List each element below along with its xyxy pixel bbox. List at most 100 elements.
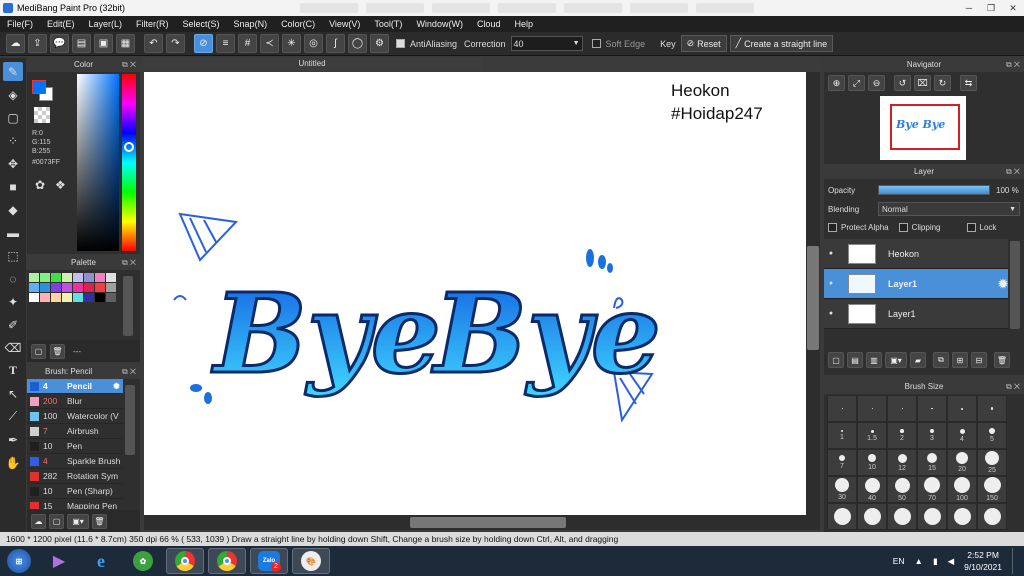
- correction-select[interactable]: 40 ▼: [510, 36, 583, 51]
- palette-swatch[interactable]: [106, 273, 116, 282]
- layer-row-2[interactable]: ● Layer1: [824, 299, 1008, 329]
- palette-swatch[interactable]: [40, 293, 50, 302]
- navigator-preview[interactable]: Bye Bye: [880, 96, 966, 160]
- delete-layer-icon[interactable]: 🗑: [994, 352, 1010, 368]
- shape-tool-icon[interactable]: ■: [3, 177, 23, 196]
- palette-swatch[interactable]: [51, 283, 61, 292]
- palette-swatch[interactable]: [84, 273, 94, 282]
- internet-explorer-taskbar-icon[interactable]: e: [82, 548, 120, 574]
- network-icon[interactable]: ▮: [933, 556, 938, 567]
- maximize-icon[interactable]: ❐: [980, 3, 1002, 14]
- panel-options-icon[interactable]: ⧉ ✕: [1006, 380, 1020, 394]
- brush-size-cell[interactable]: 10: [857, 449, 887, 476]
- palette-swatch[interactable]: [84, 283, 94, 292]
- brush-size-cell[interactable]: [947, 503, 977, 530]
- soft-edge-checkbox[interactable]: [591, 39, 601, 48]
- menu-help[interactable]: Help: [507, 19, 540, 29]
- cashew-app-taskbar-icon[interactable]: ✿: [124, 548, 162, 574]
- straight-line-button[interactable]: ╱ Create a straight line: [729, 35, 834, 52]
- parallel-snap-icon[interactable]: ≡: [216, 34, 235, 53]
- palette-swatch[interactable]: [51, 273, 61, 282]
- brush-size-cell[interactable]: 15: [917, 449, 947, 476]
- brush-size-cell[interactable]: [947, 395, 977, 422]
- brush-tool-icon[interactable]: ✎: [3, 62, 23, 81]
- volume-icon[interactable]: ◀: [948, 556, 955, 567]
- layer-row-0[interactable]: ● Heokon: [824, 239, 1008, 269]
- brush-size-cell[interactable]: [887, 503, 917, 530]
- tray-arrow-icon[interactable]: ▲: [915, 556, 923, 566]
- chrome-taskbar-icon[interactable]: [166, 548, 204, 574]
- add-brush-icon[interactable]: ▢: [49, 513, 64, 529]
- brush-item-5[interactable]: 4 Sparkle Brush: [27, 454, 123, 469]
- lasso-tool-icon[interactable]: ◌: [3, 269, 23, 288]
- brush-item-1[interactable]: 200 Blur: [27, 394, 123, 409]
- brush-list-scrollbar[interactable]: [125, 385, 135, 455]
- document-icon[interactable]: ▤: [72, 34, 91, 53]
- new-layer-icon[interactable]: ▢: [828, 352, 844, 368]
- brush-size-cell[interactable]: [827, 395, 857, 422]
- layer-row-1[interactable]: ● Layer1 ✹: [824, 269, 1008, 299]
- palette-swatch[interactable]: [106, 293, 116, 302]
- actual-size-icon[interactable]: ⌧: [914, 75, 931, 91]
- protect-alpha-checkbox[interactable]: [828, 223, 837, 232]
- drawing-canvas[interactable]: Heokon #Hoidap247 Bye Bye: [144, 72, 806, 515]
- curve-snap-icon[interactable]: ʃ: [326, 34, 345, 53]
- color-slider-icon[interactable]: ❖: [55, 178, 66, 192]
- brush-size-cell[interactable]: 12: [887, 449, 917, 476]
- fit-icon[interactable]: ⤢: [848, 75, 865, 91]
- zalo-taskbar-icon[interactable]: Zalo 2: [250, 548, 288, 574]
- brush-size-cell[interactable]: 150: [977, 476, 1007, 503]
- brush-size-cell[interactable]: [917, 395, 947, 422]
- brush-size-cell[interactable]: [977, 503, 1007, 530]
- new-halftone-layer-icon[interactable]: ▤: [847, 352, 863, 368]
- clock[interactable]: 2:52 PM 9/10/2021: [964, 549, 1002, 573]
- merge-layer-icon[interactable]: ⊞: [952, 352, 968, 368]
- brush-size-cell[interactable]: 4: [947, 422, 977, 449]
- brush-size-cell[interactable]: 1: [827, 422, 857, 449]
- brush-item-2[interactable]: 100 Watercolor (V: [27, 409, 123, 424]
- rotate-right-icon[interactable]: ↻: [934, 75, 951, 91]
- menu-select[interactable]: Select(S): [176, 19, 227, 29]
- brush-menu-icon[interactable]: ▣▾: [67, 513, 89, 529]
- menu-view[interactable]: View(V): [322, 19, 367, 29]
- panel-options-icon[interactable]: ⧉ ✕: [1006, 58, 1020, 72]
- brush-size-cell[interactable]: [977, 395, 1007, 422]
- show-desktop-button[interactable]: [1012, 548, 1018, 574]
- palette-swatch[interactable]: [95, 273, 105, 282]
- panel-options-icon[interactable]: ⧉ ✕: [122, 58, 136, 72]
- undo-icon[interactable]: ↶: [144, 34, 163, 53]
- palette-swatch[interactable]: [106, 283, 116, 292]
- clipping-checkbox[interactable]: [898, 223, 908, 232]
- color-wheel-icon[interactable]: ✿: [35, 178, 45, 192]
- menu-color[interactable]: Color(C): [274, 19, 322, 29]
- panel-options-icon[interactable]: ⧉ ✕: [122, 365, 136, 379]
- canvas-tab[interactable]: Untitled: [142, 57, 482, 71]
- cloud-brush-icon[interactable]: ☁: [31, 513, 46, 529]
- palette-scrollbar[interactable]: [123, 276, 133, 336]
- select-eraser-tool-icon[interactable]: ⌫: [3, 338, 23, 357]
- menu-snap[interactable]: Snap(N): [227, 19, 275, 29]
- snap-settings-icon[interactable]: ⚙: [370, 34, 389, 53]
- share-icon[interactable]: ⇪: [28, 34, 47, 53]
- duplicate-layer-icon[interactable]: ⧉: [933, 352, 949, 368]
- comment-icon[interactable]: 💬: [50, 34, 69, 53]
- brush-size-cell[interactable]: 100: [947, 476, 977, 503]
- add-palette-icon[interactable]: ▢: [31, 343, 46, 359]
- menu-edit[interactable]: Edit(E): [40, 19, 82, 29]
- brush-size-cell[interactable]: 70: [917, 476, 947, 503]
- circle-snap-icon[interactable]: ◎: [304, 34, 323, 53]
- blending-select[interactable]: Normal ▼: [878, 202, 1020, 216]
- start-button[interactable]: ⊞: [2, 548, 36, 574]
- saturation-value-picker[interactable]: [77, 74, 119, 251]
- ellipse-snap-icon[interactable]: ◯: [348, 34, 367, 53]
- language-indicator[interactable]: EN: [893, 556, 905, 566]
- layer-visibility-icon[interactable]: ●: [824, 310, 838, 317]
- brush-size-cell[interactable]: [857, 395, 887, 422]
- palette-swatch[interactable]: [73, 283, 83, 292]
- visual-studio-taskbar-icon[interactable]: ▶: [40, 548, 78, 574]
- canvas-horizontal-scroll-thumb[interactable]: [410, 517, 566, 528]
- zoom-out-icon[interactable]: ⊖: [868, 75, 885, 91]
- palette-swatch[interactable]: [51, 293, 61, 302]
- text-tool-icon[interactable]: T: [3, 361, 23, 380]
- brush-size-cell[interactable]: 3: [917, 422, 947, 449]
